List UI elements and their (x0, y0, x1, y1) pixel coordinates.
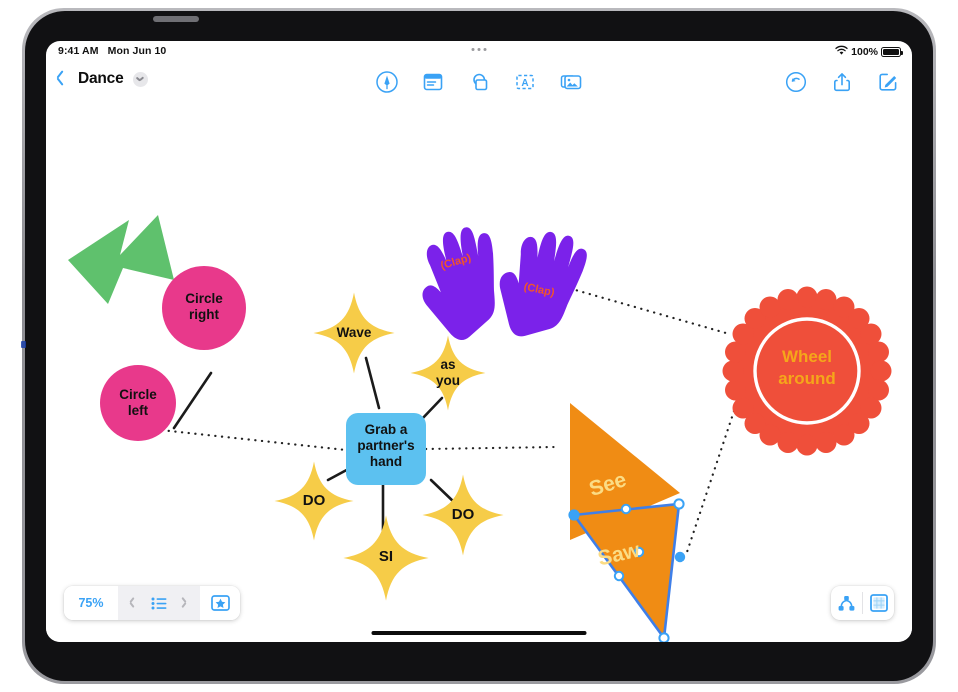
si-star-node (343, 515, 429, 601)
multitasking-dots-icon[interactable] (471, 48, 487, 51)
undo-arrow-icon[interactable] (784, 70, 808, 94)
canvas-bottom-left-bar: 75% (64, 586, 240, 620)
bookmark-star-button[interactable] (200, 586, 240, 620)
selection-handle-active (569, 510, 579, 520)
status-bar-right: 100% (835, 45, 903, 59)
circle-left-node (100, 365, 176, 441)
canvas-artwork (68, 215, 892, 642)
green-arrow-shape (68, 215, 174, 304)
clapping-hands-shape (422, 227, 587, 340)
circle-right-node (162, 266, 246, 350)
text-box-icon[interactable]: A (513, 70, 537, 94)
home-indicator (371, 630, 587, 635)
battery-percent-label: 100% (851, 46, 878, 58)
as-you-star-node (410, 335, 486, 411)
toolbar-right (784, 70, 900, 94)
page-list-button[interactable] (146, 586, 172, 620)
shapes-icon[interactable] (467, 70, 491, 94)
wifi-icon (835, 45, 848, 59)
status-date: Mon Jun 10 (107, 45, 167, 57)
compose-pencil-square-icon[interactable] (876, 70, 900, 94)
wave-star-node (313, 292, 395, 374)
previous-page-button[interactable] (120, 586, 146, 620)
sticky-note-icon[interactable] (421, 70, 445, 94)
status-time: 9:41 AM (58, 45, 99, 57)
node-graph-icon (838, 595, 855, 611)
app-nav-bar: Dance A (46, 62, 912, 108)
status-bar: 9:41 AM Mon Jun 10 100% (46, 41, 912, 62)
bezel-indicator-dot (21, 341, 26, 348)
zoom-level-button[interactable]: 75% (64, 586, 118, 620)
mindmap-layout-button[interactable] (831, 586, 862, 620)
pen-circle-icon[interactable] (375, 70, 399, 94)
chevron-right-icon (181, 597, 189, 610)
star-in-rect-icon (210, 595, 230, 611)
chevron-down-icon[interactable] (132, 71, 148, 87)
svg-text:A: A (521, 78, 528, 89)
do-right-star-node (422, 474, 504, 556)
battery-full-icon (881, 47, 903, 57)
frame-grid-icon (869, 594, 888, 612)
list-bullet-icon (151, 597, 167, 609)
nav-left-group: Dance (55, 68, 148, 90)
next-page-button[interactable] (172, 586, 198, 620)
ipad-screen: 9:41 AM Mon Jun 10 100% Dance A Circle r… (46, 41, 912, 642)
page-navigator (118, 586, 200, 620)
connector-anchor-handle (674, 551, 686, 563)
photos-icon[interactable] (559, 70, 583, 94)
toolbar-center: A (375, 70, 583, 94)
grab-partner-node (346, 413, 426, 485)
back-chevron-icon[interactable] (55, 68, 69, 90)
share-up-arrow-icon[interactable] (830, 70, 854, 94)
wheel-around-badge (722, 286, 892, 456)
saw-triangle-shape (571, 502, 681, 642)
freeform-canvas[interactable]: Circle right Circle left (Clap) (Clap) W… (46, 108, 912, 642)
frame-view-button[interactable] (863, 586, 894, 620)
status-bar-left: 9:41 AM Mon Jun 10 (58, 45, 166, 57)
camera-bump (153, 16, 199, 22)
screenshot-root: 9:41 AM Mon Jun 10 100% Dance A Circle r… (0, 0, 958, 692)
page-title: Dance (78, 70, 124, 87)
chevron-left-icon (129, 597, 137, 610)
canvas-bottom-right-bar (831, 586, 894, 620)
